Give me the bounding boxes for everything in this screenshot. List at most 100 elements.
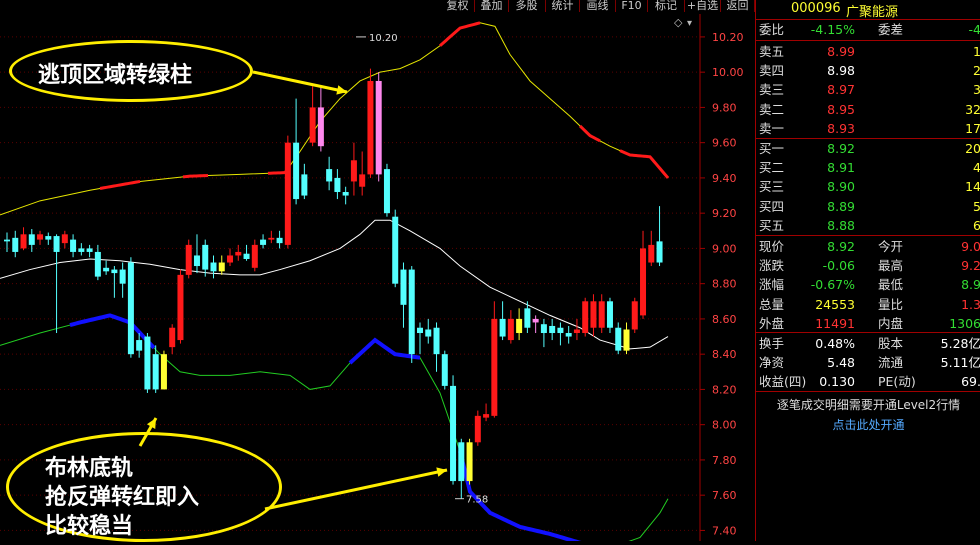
divider [756, 332, 980, 333]
stat-label: 总量 [759, 296, 785, 312]
candle-body [450, 385, 457, 482]
candle-body [516, 318, 523, 334]
toolbar-button-6[interactable]: 标记 [648, 0, 685, 12]
stat-value: -0.67% [810, 277, 855, 293]
y-tick-label: 8.60 [712, 313, 737, 326]
bid-row: 买五 8.88 6 [756, 217, 980, 234]
ask-price: 8.99 [827, 44, 855, 59]
toolbar-button-3[interactable]: 统计 [546, 0, 580, 12]
middle-band [0, 219, 669, 350]
candle-body [86, 248, 93, 252]
candle-body [408, 269, 415, 355]
fund-label-2: 流通 [878, 355, 904, 371]
fundamental-row: 收益(四) 0.130 PE(动) 69. [756, 373, 980, 390]
low-marker-label: 7.58 [466, 495, 488, 506]
toolbar-button-1[interactable]: 叠加 [475, 0, 509, 12]
weibi-row: 委比 -4.15% 委差 -4 [756, 21, 980, 38]
ask-row: 卖四 8.98 2 [756, 62, 980, 79]
candle-body [441, 354, 448, 386]
y-tick-label: 7.60 [712, 489, 737, 502]
stat-row: 涨跌 -0.06 最高 9.2 [756, 257, 980, 274]
weicha-value: -4 [968, 22, 980, 37]
upper-band-red [439, 21, 481, 47]
y-tick-label: 9.60 [712, 137, 737, 150]
candle-body [425, 329, 432, 337]
y-tick-label: 7.80 [712, 454, 737, 467]
candle-body [276, 237, 283, 244]
fundamental-row: 净资 5.48 流通 5.11亿 [756, 354, 980, 371]
candle-body [177, 274, 184, 341]
candle-body [78, 248, 85, 252]
toolbar-button-4[interactable]: 画线 [580, 0, 616, 12]
candle-body [491, 318, 498, 416]
candle-body [53, 236, 60, 252]
ask-price: 8.97 [827, 82, 855, 98]
candle-body [28, 234, 35, 245]
candle-body [582, 301, 589, 334]
y-tick-label: 9.80 [712, 101, 737, 114]
ask-label: 卖一 [759, 120, 785, 136]
candle-body [474, 415, 481, 443]
candle-body [458, 442, 465, 482]
annotation-arrow-bottom-2 [264, 468, 448, 511]
candle-body [243, 253, 250, 259]
annotation-arrow-top [252, 70, 348, 94]
toolbar-button-7[interactable]: +自选 [685, 0, 721, 12]
stat-row: 总量 24553 量比 1.3 [756, 296, 980, 313]
stat-label: 现价 [759, 239, 785, 254]
toolbar-button-2[interactable]: 多股 [508, 0, 546, 12]
stat-value-2: 8.9 [961, 277, 980, 293]
candle-body [12, 237, 19, 252]
bid-volume: 4 [973, 160, 980, 176]
stat-label: 外盘 [759, 315, 785, 331]
y-tick-label: 8.00 [712, 419, 737, 432]
toolbar-button-5[interactable]: F10 [616, 0, 648, 12]
annotation-bottom-line-3: 比较稳当 [45, 514, 134, 539]
candle-body [656, 241, 663, 263]
open-level2-link[interactable]: 点击此处开通 [756, 416, 980, 433]
candle-body [367, 80, 374, 175]
ask-row: 卖一 8.93 17 [756, 120, 980, 137]
ask-volume: 2 [973, 63, 980, 79]
candle-body [383, 169, 390, 214]
bid-row: 买四 8.89 5 [756, 198, 980, 215]
candle-body [103, 267, 110, 272]
stat-value-2: 9.2 [961, 258, 980, 274]
candle-body [483, 414, 490, 418]
candle-body [350, 160, 357, 182]
toolbar-button-8[interactable]: 返回 [721, 0, 755, 12]
stat-row: 外盘 11491 内盘 1306 [756, 315, 980, 332]
candle-body [342, 192, 349, 196]
candle-body [136, 340, 143, 351]
y-tick-label: 8.80 [712, 278, 737, 291]
upper-band-red [99, 179, 141, 190]
candle-body [400, 269, 407, 305]
candle-body [433, 327, 440, 355]
bid-row: 买二 8.91 4 [756, 159, 980, 176]
weibi-label: 委比 [759, 22, 785, 37]
stat-value: 24553 [815, 296, 855, 312]
candle-body [573, 329, 580, 334]
stat-value: 11491 [815, 315, 855, 331]
ask-label: 卖二 [759, 101, 785, 117]
candle-body [557, 327, 564, 334]
fund-value: 0.48% [815, 336, 855, 351]
candle-body [20, 234, 27, 249]
candle-body [70, 239, 77, 252]
fund-value-2: 5.28亿 [940, 336, 980, 351]
candle-body [640, 248, 647, 316]
ask-label: 卖四 [759, 63, 785, 79]
bid-label: 买五 [759, 217, 785, 233]
diamond-icon: ◇ [674, 16, 683, 29]
toolbar-button-0[interactable]: 复权 [441, 0, 475, 12]
candle-body [359, 174, 366, 187]
stat-label-2: 最高 [878, 258, 904, 274]
ask-volume: 3 [973, 82, 980, 98]
y-tick-label: 9.20 [712, 207, 737, 220]
divider [756, 19, 980, 20]
stat-value: 8.92 [827, 239, 855, 254]
stat-label-2: 今开 [878, 239, 904, 254]
divider [756, 40, 980, 41]
bid-label: 买一 [759, 141, 785, 156]
candle-body [540, 324, 547, 334]
